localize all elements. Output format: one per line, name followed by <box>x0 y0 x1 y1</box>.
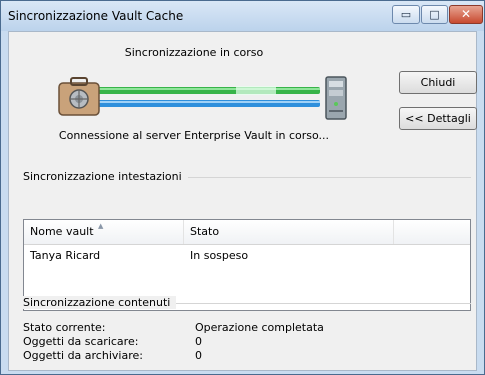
items-to-download-label: Oggetti da scaricare: <box>23 335 139 348</box>
minimize-button[interactable]: ▭ <box>392 5 420 24</box>
items-to-download-value: 0 <box>195 335 202 348</box>
connection-status-text: Connessione al server Enterprise Vault i… <box>58 129 330 142</box>
window-title: Sincronizzazione Vault Cache <box>8 9 184 23</box>
minimize-icon: ▭ <box>400 8 412 21</box>
column-header-vault-name[interactable]: Nome vault ▲ <box>24 220 184 244</box>
current-state-label: Stato corrente: <box>23 321 106 334</box>
headers-section-title: Sincronizzazione intestazioni <box>23 170 188 183</box>
table-header: Nome vault ▲ Stato <box>24 220 470 245</box>
maximize-button[interactable]: □ <box>421 5 448 24</box>
close-icon: ✕ <box>460 7 472 21</box>
dialog-window: Sincronizzazione Vault Cache ▭ □ ✕ Sincr… <box>0 0 485 375</box>
sync-progress-graphic <box>58 76 347 120</box>
close-button[interactable]: Chiudi <box>399 71 477 94</box>
current-state-value: Operazione completata <box>195 321 324 334</box>
items-to-archive-label: Oggetti da archiviare: <box>23 349 143 362</box>
details-button[interactable]: << Dettagli <box>399 107 477 130</box>
progress-bars <box>90 86 320 107</box>
vault-status-cell: In sospeso <box>190 249 249 262</box>
green-progress-highlight <box>90 88 320 90</box>
close-window-button[interactable]: ✕ <box>449 5 483 24</box>
sort-ascending-icon: ▲ <box>98 222 104 230</box>
progress-glow <box>236 86 276 95</box>
contents-section-title: Sincronizzazione contenuti <box>23 296 177 309</box>
title-bar[interactable]: Sincronizzazione Vault Cache ▭ □ ✕ <box>1 1 484 31</box>
maximize-icon: □ <box>429 8 440 21</box>
blue-progress-highlight <box>90 101 320 103</box>
items-to-archive-value: 0 <box>195 349 202 362</box>
column-header-label: Nome vault <box>30 225 94 238</box>
column-header-empty[interactable] <box>394 220 470 244</box>
vault-name-cell: Tanya Ricard <box>30 249 101 262</box>
dialog-body: Sincronizzazione in corso Connessione al… <box>8 31 477 371</box>
server-icon <box>325 76 347 120</box>
sync-status-title: Sincronizzazione in corso <box>124 46 264 59</box>
column-header-status[interactable]: Stato <box>184 220 394 244</box>
vault-briefcase-icon <box>58 77 100 116</box>
